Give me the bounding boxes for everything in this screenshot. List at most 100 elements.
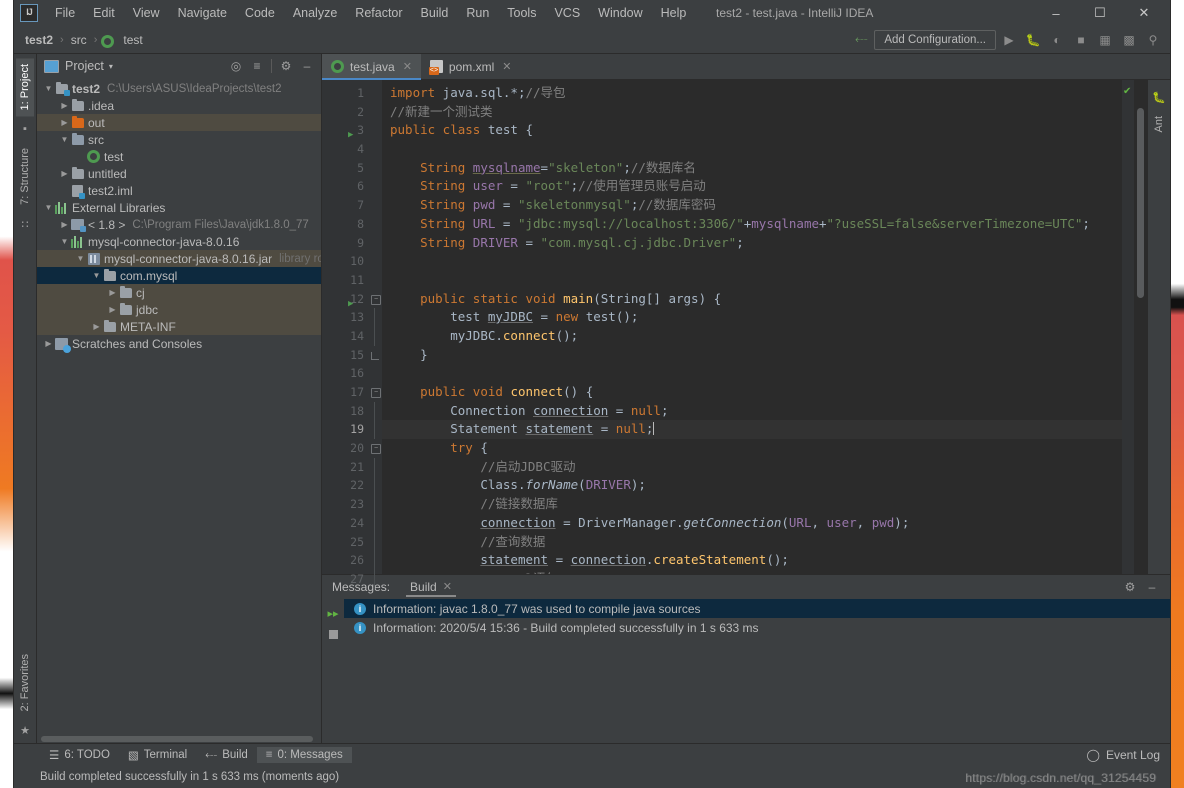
code-editor[interactable]: 1 2 3 ▶ 4 5 6 7 8 9 10 11 12 ▶ 13 14 15 16 17 18 19 20 21 22 23 2… bbox=[322, 80, 1170, 589]
chevron-right-icon[interactable]: ▶ bbox=[107, 305, 118, 314]
tree-node-test2[interactable]: ▼ test2 C:\Users\ASUS\IdeaProjects\test2 bbox=[37, 80, 321, 97]
sidebar-tab-ant[interactable]: Ant bbox=[1150, 110, 1168, 139]
editor-vertical-scrollbar[interactable] bbox=[1134, 80, 1147, 574]
tool-button-build[interactable]: ⤎ Build bbox=[196, 747, 257, 764]
chevron-down-icon[interactable]: ▼ bbox=[59, 237, 70, 246]
code-line[interactable]: statement = connection.createStatement()… bbox=[382, 551, 1122, 570]
code-line[interactable]: //新建一个测试类 bbox=[382, 103, 1122, 122]
tool-button-terminal[interactable]: ▧ Terminal bbox=[119, 746, 196, 764]
search-everywhere-icon[interactable]: ⚲ bbox=[1142, 29, 1164, 51]
menu-file[interactable]: File bbox=[46, 3, 84, 23]
close-icon[interactable]: ✕ bbox=[502, 60, 511, 73]
scrollbar-thumb[interactable] bbox=[1137, 108, 1144, 298]
source-code[interactable]: import java.sql.*;//导包//新建一个测试类 public cl… bbox=[382, 80, 1122, 574]
tree-node-external-libraries[interactable]: ▼ External Libraries bbox=[37, 199, 321, 216]
maximize-button[interactable]: ☐ bbox=[1078, 0, 1122, 26]
build-hammer-icon[interactable]: ⤎ bbox=[850, 29, 872, 51]
tree-node-mysql-connector-java-8-0-16[interactable]: ▼ mysql-connector-java-8.0.16 bbox=[37, 233, 321, 250]
code-line[interactable] bbox=[382, 271, 1122, 290]
code-line[interactable]: //链接数据库 bbox=[382, 495, 1122, 514]
event-log-button[interactable]: Event Log bbox=[1106, 748, 1160, 762]
rerun-icon[interactable]: ▸▸ bbox=[323, 603, 343, 623]
code-line[interactable]: } bbox=[382, 346, 1122, 365]
collapse-all-icon[interactable]: ≡ bbox=[247, 56, 267, 76]
menu-window[interactable]: Window bbox=[589, 3, 651, 23]
code-line[interactable]: Class.forName(DRIVER); bbox=[382, 476, 1122, 495]
locate-icon[interactable]: ◎ bbox=[226, 56, 246, 76]
chevron-down-icon[interactable]: ▾ bbox=[109, 62, 113, 71]
hide-icon[interactable]: – bbox=[297, 56, 317, 76]
chevron-right-icon[interactable]: ▶ bbox=[43, 339, 54, 348]
run-icon[interactable]: ▶ bbox=[998, 29, 1020, 51]
tree-node-mysql-connector-java-8-0-16-jar[interactable]: ▼ mysql-connector-java-8.0.16.jar library … bbox=[37, 250, 321, 267]
fold-collapse-icon[interactable]: − bbox=[371, 388, 381, 398]
fold-region[interactable]: − bbox=[368, 290, 382, 309]
project-tree[interactable]: ▼ test2 C:\Users\ASUS\IdeaProjects\test2 ▶.… bbox=[37, 78, 321, 734]
code-line[interactable]: String URL = "jdbc:mysql://localhost:330… bbox=[382, 215, 1122, 234]
code-line[interactable]: connection = DriverManager.getConnection… bbox=[382, 514, 1122, 533]
chevron-right-icon[interactable]: ▶ bbox=[59, 169, 70, 178]
tree-node-src[interactable]: ▼ src bbox=[37, 131, 321, 148]
sidebar-tab-project[interactable]: 1: Project bbox=[16, 58, 34, 117]
code-line[interactable]: String DRIVER = "com.mysql.cj.jdbc.Drive… bbox=[382, 234, 1122, 253]
code-line[interactable]: //mysql语句 bbox=[382, 570, 1122, 574]
stop-icon[interactable] bbox=[323, 624, 343, 644]
tab-test-java[interactable]: test.java ✕ bbox=[322, 54, 421, 80]
menu-build[interactable]: Build bbox=[412, 3, 458, 23]
code-line[interactable]: import java.sql.*;//导包 bbox=[382, 84, 1122, 103]
settings-gear-icon[interactable]: ⚙ bbox=[276, 56, 296, 76]
tree-node-idea[interactable]: ▶ .idea bbox=[37, 97, 321, 114]
fold-collapse-icon[interactable]: − bbox=[371, 294, 381, 305]
chevron-right-icon[interactable]: ▶ bbox=[59, 220, 70, 229]
tree-node-untitled[interactable]: ▶ untitled bbox=[37, 165, 321, 182]
code-line[interactable]: Statement statement = null; bbox=[382, 420, 1122, 440]
menu-refactor[interactable]: Refactor bbox=[346, 3, 411, 23]
menu-edit[interactable]: Edit bbox=[84, 3, 124, 23]
breadcrumb-test[interactable]: test bbox=[120, 32, 145, 48]
code-line[interactable]: public static void main(String[] args) { bbox=[382, 290, 1122, 309]
close-icon[interactable]: ✕ bbox=[443, 580, 452, 593]
settings-gear-icon[interactable]: ⚙ bbox=[1120, 577, 1140, 597]
tool-button-messages[interactable]: ≡ 0: Messages bbox=[256, 747, 352, 763]
minimize-button[interactable]: – bbox=[1034, 0, 1078, 26]
chevron-down-icon[interactable]: ▼ bbox=[43, 203, 54, 212]
code-line[interactable]: String mysqlname="skeleton";//数据库名 bbox=[382, 159, 1122, 178]
message-row[interactable]: i Information: 2020/5/4 15:36 - Build com… bbox=[344, 618, 1170, 637]
code-line[interactable]: Connection connection = null; bbox=[382, 402, 1122, 421]
chevron-down-icon[interactable]: ▼ bbox=[43, 84, 54, 93]
chevron-down-icon[interactable]: ▼ bbox=[75, 254, 86, 263]
code-line[interactable]: String pwd = "skeletonmysql";//数据库密码 bbox=[382, 196, 1122, 215]
breadcrumb-project[interactable]: test2 bbox=[22, 32, 56, 48]
breadcrumb-src[interactable]: src bbox=[68, 32, 90, 48]
code-line[interactable] bbox=[382, 364, 1122, 383]
code-line[interactable] bbox=[382, 252, 1122, 271]
menu-help[interactable]: Help bbox=[652, 3, 696, 23]
messages-list[interactable]: i Information: javac 1.8.0_77 was used to… bbox=[344, 599, 1170, 743]
menu-analyze[interactable]: Analyze bbox=[284, 3, 346, 23]
messages-tab-build[interactable]: Build ✕ bbox=[404, 578, 458, 597]
menu-tools[interactable]: Tools bbox=[498, 3, 545, 23]
tool-button-todo[interactable]: ☰ 6: TODO bbox=[40, 746, 119, 764]
close-button[interactable]: ✕ bbox=[1122, 0, 1166, 26]
tree-node-1-8[interactable]: ▶ < 1.8 > C:\Program Files\Java\jdk1.8.0_7… bbox=[37, 216, 321, 233]
hide-icon[interactable]: – bbox=[1142, 577, 1162, 597]
message-row[interactable]: i Information: javac 1.8.0_77 was used to… bbox=[344, 599, 1170, 618]
menu-navigate[interactable]: Navigate bbox=[169, 3, 236, 23]
project-horizontal-scrollbar[interactable] bbox=[37, 734, 321, 743]
sidebar-tab-structure[interactable]: 7: Structure bbox=[16, 142, 34, 211]
debug-icon[interactable]: 🐛 bbox=[1022, 29, 1044, 51]
code-line[interactable]: //查询数据 bbox=[382, 533, 1122, 552]
chevron-right-icon[interactable]: ▶ bbox=[91, 322, 102, 331]
tree-node-out[interactable]: ▶ out bbox=[37, 114, 321, 131]
fold-collapse-icon[interactable]: − bbox=[371, 444, 381, 455]
add-configuration-button[interactable]: Add Configuration... bbox=[874, 29, 996, 50]
menu-view[interactable]: View bbox=[124, 3, 169, 23]
code-line[interactable]: public class test { bbox=[382, 121, 1122, 140]
fold-region[interactable]: − bbox=[368, 439, 382, 458]
code-line[interactable] bbox=[382, 140, 1122, 159]
code-line[interactable]: test myJDBC = new test(); bbox=[382, 308, 1122, 327]
code-folding-gutter[interactable]: − − − bbox=[368, 80, 382, 589]
menu-run[interactable]: Run bbox=[457, 3, 498, 23]
menu-vcs[interactable]: VCS bbox=[545, 3, 589, 23]
tree-node-test2-iml[interactable]: test2.iml bbox=[37, 182, 321, 199]
